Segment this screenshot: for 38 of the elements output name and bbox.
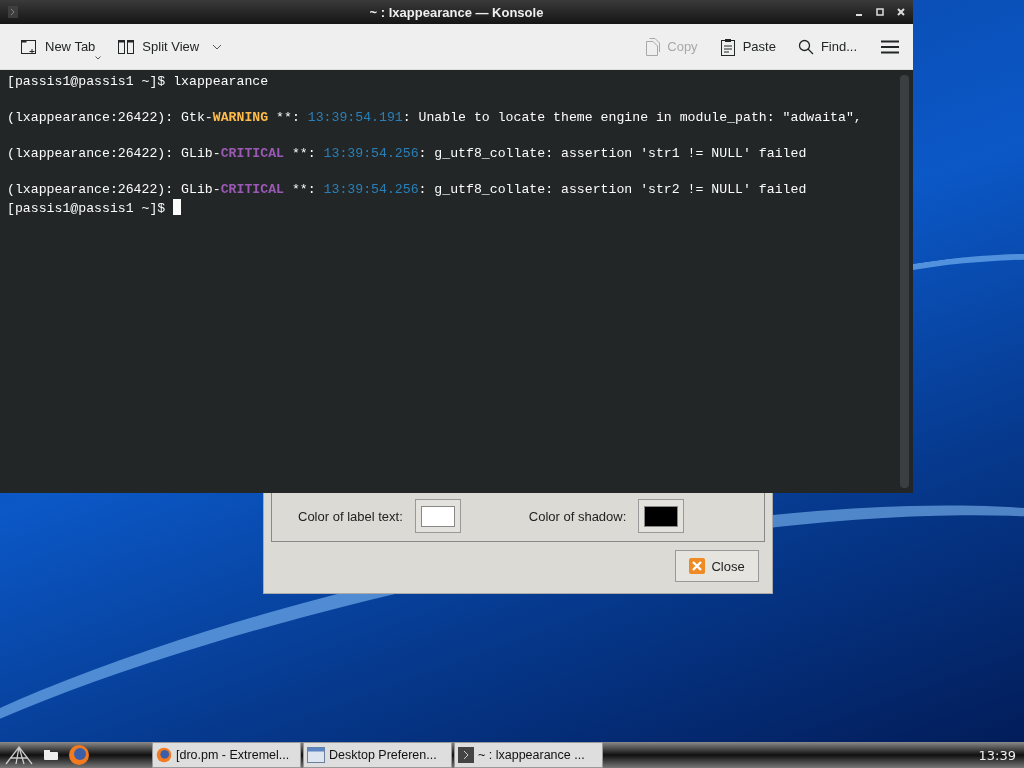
color-button[interactable] [638, 499, 685, 533]
terminal-line: (lxappearance:26422): GLib-CRITICAL **: 13:39:54.256: g_utf8_collate: assertion 'str2 != NULL' failed [7, 181, 807, 199]
copy-icon [644, 37, 661, 56]
close-icon [689, 558, 706, 574]
taskbar-button[interactable]: ~ : lxappearance ... [454, 742, 603, 768]
terminal-line: (lxappearance:26422): Gtk-WARNING **: 13:39:54.191: Unable to locate theme engine in module_path: "adwaita", [7, 109, 862, 127]
color-label: Color of shadow: [528, 508, 627, 524]
split-view-icon [117, 37, 136, 56]
terminal-icon [458, 747, 474, 763]
chevron-down-icon [212, 43, 223, 50]
taskbar-button[interactable]: Desktop Preferen... [303, 742, 452, 768]
close-icon[interactable] [897, 8, 905, 16]
terminal-icon [8, 6, 18, 18]
close-button[interactable]: Close [675, 550, 759, 582]
new-tab-icon [20, 37, 38, 56]
browser-icon[interactable] [68, 744, 90, 766]
taskbar-button[interactable]: [dro.pm - Extremel... [152, 742, 301, 768]
window-icon [307, 747, 325, 763]
new-tab-button[interactable]: New Tab [16, 33, 100, 60]
terminal-line: [passis1@passis1 ~]$ lxappearance [7, 73, 269, 91]
paste-button[interactable]: Paste [715, 33, 780, 60]
text-cursor [173, 199, 182, 215]
folder-icon[interactable] [44, 750, 58, 760]
maximize-icon[interactable] [876, 8, 884, 16]
clock: 13:39 [978, 747, 1016, 763]
split-view-button[interactable]: Split View [113, 33, 227, 60]
clipboard-icon [719, 37, 736, 56]
browser-icon [156, 747, 172, 763]
menu-icon[interactable] [881, 39, 899, 54]
window-title: ~ : lxappearance — Konsole [369, 4, 544, 20]
find-button[interactable]: Find... [793, 34, 861, 59]
start-menu-icon[interactable] [4, 744, 34, 766]
search-icon [797, 38, 814, 55]
scrollbar[interactable] [900, 75, 909, 488]
color-label: Color of label text: [298, 508, 403, 524]
terminal-line: (lxappearance:26422): GLib-CRITICAL **: 13:39:54.256: g_utf8_collate: assertion 'str1 != NULL' failed [7, 145, 807, 163]
color-button[interactable] [414, 499, 461, 533]
terminal-line: [passis1@passis1 ~]$ [7, 199, 182, 217]
